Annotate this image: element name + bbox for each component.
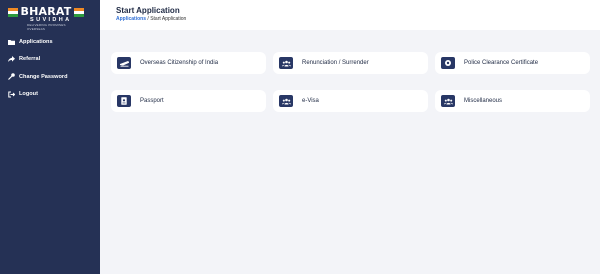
card-e-visa[interactable]: e-Visa bbox=[273, 90, 428, 112]
sidebar-item-logout[interactable]: Logout bbox=[0, 86, 100, 104]
card-label: Police Clearance Certificate bbox=[464, 60, 539, 66]
flag-icon bbox=[74, 7, 84, 17]
sidebar-item-label: Logout bbox=[19, 91, 38, 98]
group-icon bbox=[441, 95, 455, 107]
sidebar-item-change-password[interactable]: Change Password bbox=[0, 68, 100, 86]
logo-word: BHARAT bbox=[20, 5, 72, 18]
group-icon bbox=[279, 95, 293, 107]
card-label: Overseas Citizenship of India bbox=[140, 60, 219, 66]
sidebar-item-label: Applications bbox=[19, 38, 53, 45]
card-renunciation[interactable]: Renunciation / Surrender bbox=[273, 52, 428, 74]
share-icon bbox=[7, 55, 15, 63]
key-icon bbox=[7, 73, 15, 81]
card-overseas-citizenship[interactable]: Overseas Citizenship of India bbox=[111, 52, 266, 74]
bharat-suvidha-logo: BHARAT SUVIDHA DELIVERING PROMISES OVERS… bbox=[8, 5, 84, 31]
card-label: Miscellaneous bbox=[464, 98, 503, 104]
breadcrumb: Applications / Start Application bbox=[116, 16, 186, 22]
sidebar-item-referral[interactable]: Referral bbox=[0, 51, 100, 69]
group-icon bbox=[279, 57, 293, 69]
sidebar-nav: Applications Referral Change Password Lo… bbox=[0, 33, 100, 103]
folder-icon bbox=[7, 38, 15, 46]
plane-icon bbox=[117, 57, 131, 69]
logo-tagline: DELIVERING PROMISES OVERSEAS bbox=[27, 23, 66, 31]
card-passport[interactable]: Passport bbox=[111, 90, 266, 112]
flag-icon bbox=[8, 7, 18, 17]
card-miscellaneous[interactable]: Miscellaneous bbox=[435, 90, 590, 112]
passport-icon bbox=[117, 95, 131, 107]
page-title: Start Application bbox=[116, 6, 180, 15]
sidebar: BHARAT SUVIDHA DELIVERING PROMISES OVERS… bbox=[0, 0, 100, 274]
sidebar-item-applications[interactable]: Applications bbox=[0, 33, 100, 51]
card-label: Passport bbox=[140, 98, 164, 104]
breadcrumb-current: Start Application bbox=[150, 16, 187, 22]
breadcrumb-applications-link[interactable]: Applications bbox=[116, 16, 146, 22]
card-police-clearance[interactable]: Police Clearance Certificate bbox=[435, 52, 590, 74]
page-header: Start Application Applications / Start A… bbox=[100, 0, 600, 30]
breadcrumb-separator: / bbox=[147, 16, 149, 22]
record-icon bbox=[441, 57, 455, 69]
sidebar-item-label: Referral bbox=[19, 56, 41, 63]
logout-icon bbox=[7, 90, 15, 98]
card-label: e-Visa bbox=[302, 98, 319, 104]
card-label: Renunciation / Surrender bbox=[302, 60, 369, 66]
sidebar-item-label: Change Password bbox=[19, 73, 68, 80]
